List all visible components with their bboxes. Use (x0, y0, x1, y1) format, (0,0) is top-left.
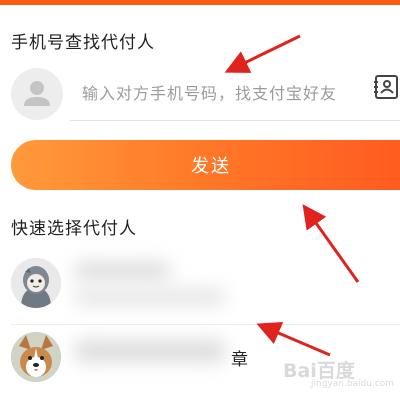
phone-search-row (0, 64, 400, 122)
contact-book-icon[interactable] (373, 74, 399, 100)
phone-number-input[interactable] (80, 76, 374, 110)
corgi-dog-avatar-icon (11, 332, 61, 382)
phone-input-wrapper (70, 64, 400, 121)
blurred-contact-name (75, 340, 225, 362)
phone-search-title: 手机号查找代付人 (11, 33, 155, 53)
default-avatar-icon (11, 68, 63, 120)
cartoon-penguin-avatar-icon (11, 258, 61, 308)
contact-list-item[interactable] (0, 248, 400, 318)
send-button[interactable]: 发送 (11, 140, 400, 190)
quick-select-title: 快速选择代付人 (11, 219, 137, 239)
watermark-subtitle: jingyan.baidu.com (311, 379, 395, 389)
top-accent-bar (0, 0, 400, 5)
blurred-contact-name (75, 262, 170, 280)
contact-name-visible: 章 (231, 350, 248, 370)
blurred-contact-detail (75, 288, 225, 306)
baidu-watermark: Bai百度 jingyan.baidu.com (283, 356, 395, 392)
